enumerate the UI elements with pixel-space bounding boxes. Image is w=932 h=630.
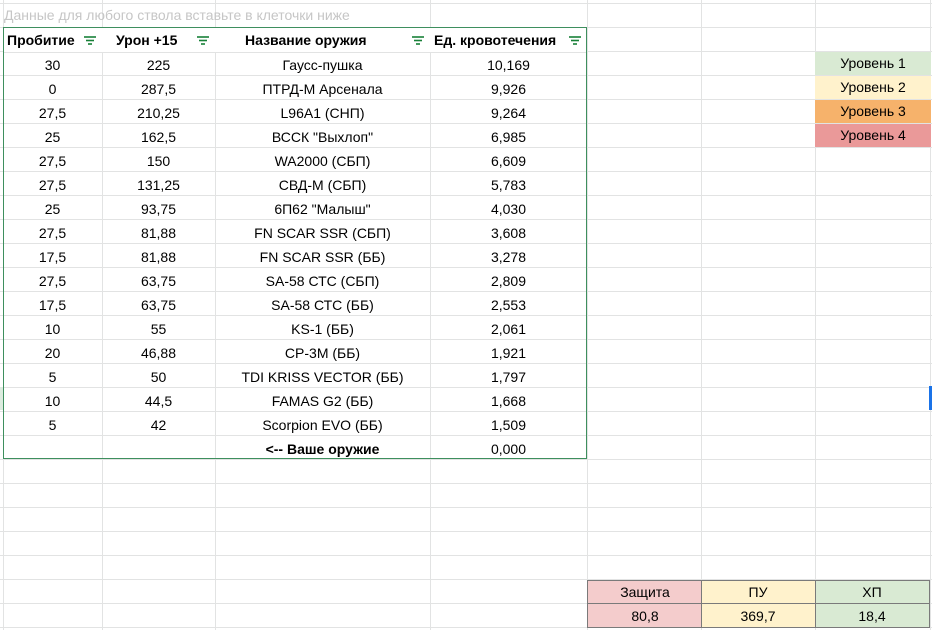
table-cell-pen[interactable]: 27,5 <box>3 101 102 125</box>
stats-divider <box>815 580 816 628</box>
table-cell-dmg[interactable]: 131,25 <box>102 173 215 197</box>
level-1-label[interactable]: Уровень 1 <box>815 52 931 75</box>
spreadsheet-grid: Данные для любого ствола вставьте в клет… <box>0 0 932 630</box>
table-cell-pen[interactable] <box>3 437 102 461</box>
table-cell-name[interactable]: FN SCAR SSR (ББ) <box>215 245 430 269</box>
stat-label-hp[interactable]: ХП <box>815 580 929 604</box>
table-cell-pen[interactable]: 5 <box>3 413 102 437</box>
table-cell-dmg[interactable]: 63,75 <box>102 293 215 317</box>
table-cell-bleed[interactable]: 1,668 <box>430 389 587 413</box>
table-cell-bleed[interactable]: 0,000 <box>430 437 587 461</box>
stats-divider <box>701 580 702 628</box>
stat-value-pu[interactable]: 369,7 <box>701 604 815 628</box>
table-cell-bleed[interactable]: 3,608 <box>430 221 587 245</box>
table-cell-dmg[interactable]: 44,5 <box>102 389 215 413</box>
table-cell-name[interactable]: WA2000 (СБП) <box>215 149 430 173</box>
table-cell-name[interactable]: FAMAS G2 (ББ) <box>215 389 430 413</box>
table-cell-pen[interactable]: 27,5 <box>3 221 102 245</box>
table-cell-pen[interactable]: 27,5 <box>3 269 102 293</box>
table-cell-name[interactable]: 6П62 "Малыш" <box>215 197 430 221</box>
table-cell-name[interactable]: ПТРД-М Арсенала <box>215 77 430 101</box>
table-cell-bleed[interactable]: 6,609 <box>430 149 587 173</box>
table-cell-bleed[interactable]: 2,809 <box>430 269 587 293</box>
table-cell-dmg[interactable] <box>102 437 215 461</box>
table-cell-bleed[interactable]: 1,921 <box>430 341 587 365</box>
table-cell-pen[interactable]: 17,5 <box>3 245 102 269</box>
table-cell-bleed[interactable]: 5,783 <box>430 173 587 197</box>
filter-icon[interactable] <box>411 35 425 46</box>
level-4-label[interactable]: Уровень 4 <box>815 124 931 147</box>
table-cell-name[interactable]: СВД-М (СБП) <box>215 173 430 197</box>
table-cell-dmg[interactable]: 81,88 <box>102 221 215 245</box>
table-cell-dmg[interactable]: 42 <box>102 413 215 437</box>
grid-hline <box>0 555 932 556</box>
table-cell-name[interactable]: TDI KRISS VECTOR (ББ) <box>215 365 430 389</box>
table-cell-name[interactable]: SA-58 СТС (СБП) <box>215 269 430 293</box>
table-cell-name[interactable]: <-- Ваше оружие <box>215 437 430 461</box>
table-cell-name[interactable]: Scorpion EVO (ББ) <box>215 413 430 437</box>
stat-label-pu[interactable]: ПУ <box>701 580 815 604</box>
table-cell-pen[interactable]: 30 <box>3 53 102 77</box>
table-cell-pen[interactable]: 20 <box>3 341 102 365</box>
filter-icon[interactable] <box>196 35 210 46</box>
level-3-label[interactable]: Уровень 3 <box>815 100 931 123</box>
table-cell-dmg[interactable]: 150 <box>102 149 215 173</box>
table-cell-bleed[interactable]: 2,553 <box>430 293 587 317</box>
table-cell-dmg[interactable]: 162,5 <box>102 125 215 149</box>
table-cell-dmg[interactable]: 225 <box>102 53 215 77</box>
table-cell-dmg[interactable]: 55 <box>102 317 215 341</box>
table-cell-dmg[interactable]: 93,75 <box>102 197 215 221</box>
table-cell-dmg[interactable]: 287,5 <box>102 77 215 101</box>
table-cell-bleed[interactable]: 9,926 <box>430 77 587 101</box>
table-cell-bleed[interactable]: 3,278 <box>430 245 587 269</box>
table-cell-pen[interactable]: 17,5 <box>3 293 102 317</box>
table-cell-name[interactable]: KS-1 (ББ) <box>215 317 430 341</box>
table-cell-pen[interactable]: 10 <box>3 317 102 341</box>
table-cell-bleed[interactable]: 4,030 <box>430 197 587 221</box>
stats-divider <box>587 603 930 604</box>
table-cell-bleed[interactable]: 10,169 <box>430 53 587 77</box>
grid-hline <box>0 483 932 484</box>
level-2-label[interactable]: Уровень 2 <box>815 76 931 99</box>
header-bleed[interactable]: Ед. кровотечения <box>430 28 587 53</box>
table-cell-bleed[interactable]: 1,509 <box>430 413 587 437</box>
table-cell-name[interactable]: ВССК "Выхлоп" <box>215 125 430 149</box>
table-cell-name[interactable]: SA-58 СТС (ББ) <box>215 293 430 317</box>
table-cell-name[interactable]: СР-3М (ББ) <box>215 341 430 365</box>
table-cell-dmg[interactable]: 50 <box>102 365 215 389</box>
header-separator <box>3 52 587 53</box>
table-cell-pen[interactable]: 10 <box>3 389 102 413</box>
table-cell-name[interactable]: FN SCAR SSR (СБП) <box>215 221 430 245</box>
table-cell-pen[interactable]: 25 <box>3 197 102 221</box>
grid-hline <box>0 531 932 532</box>
table-cell-bleed[interactable]: 9,264 <box>430 101 587 125</box>
table-cell-name[interactable]: Гаусс-пушка <box>215 53 430 77</box>
table-cell-dmg[interactable]: 63,75 <box>102 269 215 293</box>
table-cell-dmg[interactable]: 46,88 <box>102 341 215 365</box>
filter-icon[interactable] <box>568 35 582 46</box>
table-cell-pen[interactable]: 27,5 <box>3 149 102 173</box>
stat-label-defense[interactable]: Защита <box>588 580 702 604</box>
table-cell-bleed[interactable]: 6,985 <box>430 125 587 149</box>
table-cell-bleed[interactable]: 1,797 <box>430 365 587 389</box>
stat-value-hp[interactable]: 18,4 <box>815 604 929 628</box>
table-cell-pen[interactable]: 27,5 <box>3 173 102 197</box>
table-cell-name[interactable]: L96A1 (СНП) <box>215 101 430 125</box>
stat-value-defense[interactable]: 80,8 <box>588 604 702 628</box>
table-cell-pen[interactable]: 5 <box>3 365 102 389</box>
table-cell-pen[interactable]: 25 <box>3 125 102 149</box>
grid-hline <box>0 507 932 508</box>
table-cell-bleed[interactable]: 2,061 <box>430 317 587 341</box>
filter-icon[interactable] <box>83 35 97 46</box>
table-cell-dmg[interactable]: 81,88 <box>102 245 215 269</box>
header-weapon-name[interactable]: Название оружия <box>215 28 430 53</box>
hint-text[interactable]: Данные для любого ствола вставьте в клет… <box>4 3 350 27</box>
table-cell-dmg[interactable]: 210,25 <box>102 101 215 125</box>
table-cell-pen[interactable]: 0 <box>3 77 102 101</box>
